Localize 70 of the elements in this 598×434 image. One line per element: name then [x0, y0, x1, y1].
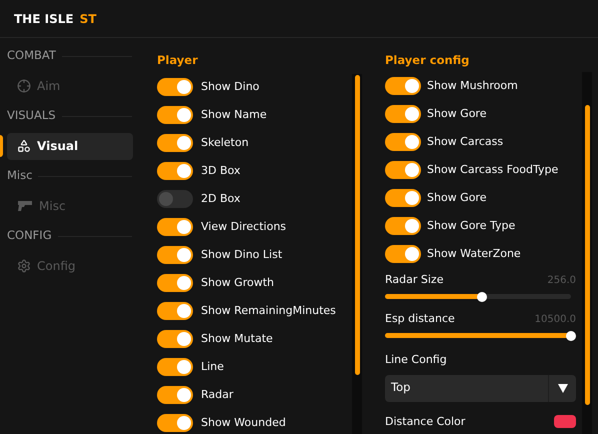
dropdown-arrow-icon [558, 384, 568, 392]
slider-label: Esp distance [385, 311, 455, 327]
toggle-switch[interactable] [157, 414, 193, 432]
section-header: Misc [7, 167, 32, 184]
toggle-switch[interactable] [157, 78, 193, 96]
toggle-switch[interactable] [157, 190, 193, 208]
section-title: Player [157, 52, 199, 69]
toggle-label: Show Gore [427, 106, 486, 122]
toggle-switch[interactable] [385, 161, 421, 179]
toggle-label: Show Mutate [201, 330, 273, 347]
toggle-switch[interactable] [385, 133, 421, 151]
toggle-switch[interactable] [385, 189, 421, 207]
toggle-switch[interactable] [157, 386, 193, 404]
slider-track[interactable] [385, 330, 576, 340]
section-header: COMBAT [7, 47, 56, 64]
toggle-switch[interactable] [157, 358, 193, 376]
section-header: VISUALS [7, 107, 56, 124]
select-label: Line Config [385, 352, 448, 368]
toggle-label: 3D Box [201, 162, 240, 179]
app-title: THE ISLE [14, 10, 74, 28]
color-label: Distance Color [385, 414, 466, 430]
section-title: Player config [385, 52, 470, 69]
sidebar-item[interactable]: Visual [7, 132, 133, 160]
toggle-switch[interactable] [157, 134, 193, 152]
toggle-label: Show Dino [201, 78, 260, 95]
toggle-switch[interactable] [157, 274, 193, 292]
toggle-label: Skeleton [201, 134, 249, 151]
toggle-label: Show Dino List [201, 246, 282, 263]
crosshair-icon [17, 79, 31, 93]
scrollbar-thumb[interactable] [584, 105, 590, 405]
toggle-switch[interactable] [157, 218, 193, 236]
dropdown[interactable]: Top [385, 374, 576, 402]
toggle-label: 2D Box [201, 190, 240, 207]
toggle-label: Show Name [201, 106, 267, 123]
toggle-switch[interactable] [157, 162, 193, 180]
slider-thumb[interactable] [476, 292, 487, 302]
toggle-switch[interactable] [385, 217, 421, 235]
slider-value: 256.0 [547, 274, 576, 288]
toggle-switch[interactable] [157, 246, 193, 264]
settings-icon [17, 259, 31, 273]
sidebar-item[interactable]: Misc [7, 192, 133, 220]
toggle-label: Show Gore Type [427, 218, 516, 234]
toggle-switch[interactable] [157, 302, 193, 320]
slider-thumb[interactable] [566, 330, 576, 340]
toggle-label: Radar [201, 386, 234, 403]
toggle-label: Line [201, 358, 224, 375]
sidebar-item[interactable]: Aim [7, 72, 133, 100]
sidebar-item[interactable]: Config [7, 252, 133, 280]
shapes-icon [17, 139, 31, 153]
toggle-label: Show Wounded [201, 414, 286, 431]
scrollbar-thumb[interactable] [354, 75, 360, 375]
section-header: CONFIG [7, 227, 52, 244]
toggle-label: Show Carcass FoodType [427, 162, 558, 178]
app-title-suffix: ST [80, 10, 96, 28]
toggle-switch[interactable] [385, 77, 421, 95]
toggle-switch[interactable] [385, 245, 421, 263]
toggle-label: Show RemainingMinutes [201, 302, 336, 319]
toggle-label: Show Growth [201, 274, 274, 291]
toggle-switch[interactable] [385, 105, 421, 123]
toggle-label: Show WaterZone [427, 246, 521, 262]
slider-label: Radar Size [385, 272, 444, 288]
toggle-label: Show Gore [427, 190, 486, 206]
toggle-label: View Directions [201, 218, 286, 235]
toggle-label: Show Carcass [427, 134, 504, 150]
pistol-icon [17, 200, 33, 212]
slider-value: 10500.0 [534, 312, 576, 327]
toggle-switch[interactable] [157, 106, 193, 124]
toggle-switch[interactable] [157, 330, 193, 348]
color-swatch[interactable] [554, 415, 576, 428]
toggle-label: Show Mushroom [427, 78, 518, 94]
